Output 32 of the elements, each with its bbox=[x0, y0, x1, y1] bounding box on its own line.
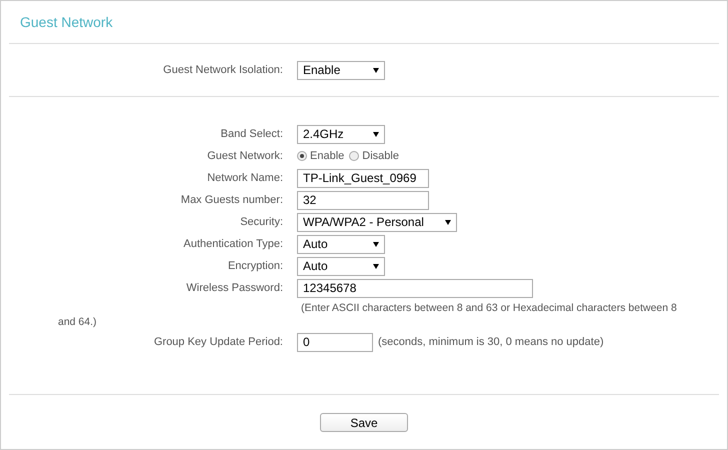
caret-icon bbox=[373, 242, 379, 246]
radio-button[interactable] bbox=[297, 151, 307, 161]
dropdown[interactable]: 2.4GHz bbox=[297, 124, 385, 144]
caret-icon bbox=[445, 220, 451, 224]
field-label: Network Name: bbox=[207, 170, 283, 186]
radio-label: Enable bbox=[310, 148, 344, 164]
dropdown[interactable]: Auto bbox=[297, 256, 385, 276]
field-label: Guest Network Isolation: bbox=[163, 62, 283, 78]
input-field[interactable]: 0 bbox=[297, 332, 373, 352]
dropdown[interactable]: Auto bbox=[297, 234, 385, 254]
radio-button[interactable] bbox=[349, 151, 360, 161]
page-title: Guest Network bbox=[20, 12, 113, 32]
caret-icon bbox=[373, 264, 379, 268]
field-label: Band Select: bbox=[220, 126, 283, 142]
field-label: Group Key Update Period: bbox=[154, 334, 283, 350]
input-field[interactable]: TP-Link_Guest_0969 bbox=[297, 168, 429, 188]
field-label: Encryption: bbox=[228, 258, 283, 274]
caret-icon bbox=[373, 132, 379, 136]
dropdown[interactable]: WPA/WPA2 - Personal bbox=[297, 212, 457, 232]
dropdown[interactable]: Enable bbox=[297, 60, 385, 80]
hint-text: (seconds, minimum is 30, 0 means no update) bbox=[378, 334, 604, 350]
field-label: Max Guests number: bbox=[180, 192, 283, 208]
save-button[interactable]: Save bbox=[320, 413, 408, 432]
hint-text: (Enter ASCII characters between 8 and 63 or Hexadecimal characters between 8 and 64.) bbox=[57, 301, 678, 329]
field-label: Authentication Type: bbox=[184, 236, 283, 252]
field-label: Guest Network: bbox=[207, 148, 283, 164]
input-field[interactable]: 12345678 bbox=[297, 278, 533, 298]
field-label: Security: bbox=[240, 214, 283, 230]
input-field[interactable]: 32 bbox=[297, 190, 429, 210]
caret-icon bbox=[373, 68, 379, 72]
radio-label: Disable bbox=[362, 148, 399, 164]
field-label: Wireless Password: bbox=[186, 280, 283, 296]
